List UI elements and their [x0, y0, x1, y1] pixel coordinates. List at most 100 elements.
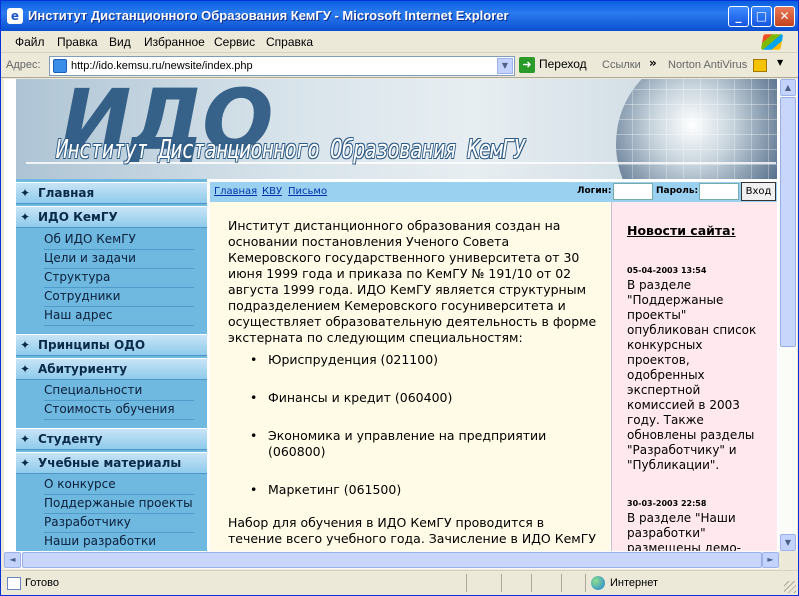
menu-file[interactable]: Файл	[15, 35, 45, 49]
list-item: Маркетинг (061500)	[250, 482, 550, 498]
zone-text: Интернет	[610, 577, 658, 589]
nav-principles-label: Принципы ОДО	[38, 338, 146, 352]
nav-specialties[interactable]: Специальности	[44, 382, 194, 401]
nav-projects[interactable]: Поддержаные проекты	[44, 495, 194, 514]
login-input[interactable]	[613, 183, 653, 200]
nav-student[interactable]: ✦ Студенту	[16, 428, 207, 450]
status-text: Готово	[25, 577, 59, 589]
login-label: Логин:	[577, 186, 612, 196]
ie-app-icon: e	[7, 8, 23, 24]
top-link-mail[interactable]: Письмо	[288, 186, 327, 197]
address-dropdown-icon[interactable]: ▼	[497, 58, 513, 74]
star-icon: ✦	[20, 362, 31, 376]
menu-favorites[interactable]: Избранное	[144, 35, 205, 49]
login-button[interactable]: Вход	[741, 182, 776, 201]
scroll-up-icon[interactable]: ▲	[780, 79, 796, 96]
norton-antivirus-button[interactable]: Norton AntiVirus	[668, 59, 747, 71]
nav-main[interactable]: ✦ Главная	[16, 182, 207, 204]
star-icon: ✦	[20, 432, 31, 446]
windows-logo-icon	[760, 34, 784, 50]
nav-principles[interactable]: ✦ Принципы ОДО	[16, 334, 207, 356]
nav-staff[interactable]: Сотрудники	[44, 288, 194, 307]
intro-text: Институт дистанционного образования созд…	[228, 218, 597, 345]
site-banner: ИДО Институт Дистанционного Образования …	[16, 79, 777, 179]
nav-structure[interactable]: Структура	[44, 269, 194, 288]
nav-cost[interactable]: Стоимость обучения	[44, 401, 194, 420]
menu-view[interactable]: Вид	[109, 35, 131, 49]
go-button[interactable]: ➜ Переход	[519, 57, 587, 73]
scroll-right-icon[interactable]: ►	[762, 552, 779, 568]
menu-edit[interactable]: Правка	[57, 35, 98, 49]
news-text: В разделе "Поддержаные проекты" опублико…	[627, 278, 757, 472]
star-icon: ✦	[20, 186, 31, 200]
status-divider	[561, 574, 562, 592]
news-panel: Новости сайта: 05-04-2003 13:54 В раздел…	[611, 202, 777, 551]
close-button[interactable]: ✕	[774, 6, 795, 27]
address-box[interactable]: ▼	[49, 56, 515, 76]
scroll-down-icon[interactable]: ▼	[780, 534, 796, 551]
address-bar: Адрес: ▼ ➜ Переход Ссылки » Norton AntiVi…	[1, 54, 798, 78]
password-label: Пароль:	[656, 186, 699, 196]
norton-icon[interactable]	[753, 59, 767, 72]
vertical-scrollbar[interactable]: ▲ ▼	[779, 79, 797, 551]
go-arrow-icon: ➜	[519, 57, 535, 73]
minimize-button[interactable]: _	[728, 6, 749, 27]
nav-ido[interactable]: ✦ ИДО КемГУ	[16, 206, 207, 228]
resize-grip-icon[interactable]	[784, 581, 796, 593]
status-divider	[501, 574, 502, 592]
browser-window: e Институт Дистанционного Образования Ке…	[0, 0, 799, 596]
horizontal-scroll-thumb[interactable]	[22, 552, 762, 568]
nav-applicant[interactable]: ✦ Абитуриенту	[16, 358, 207, 380]
norton-dropdown-icon[interactable]: ▼	[777, 58, 783, 67]
scroll-left-icon[interactable]: ◄	[4, 552, 21, 568]
list-item: Финансы и кредит (060400)	[250, 390, 550, 406]
password-input[interactable]	[699, 183, 739, 200]
nav-goals[interactable]: Цели и задачи	[44, 250, 194, 269]
nav-contest[interactable]: О конкурсе	[44, 476, 194, 495]
menu-bar: Файл Правка Вид Избранное Сервис Справка	[1, 31, 798, 53]
window-title: Институт Дистанционного Образования КемГ…	[28, 8, 509, 23]
status-divider	[531, 574, 532, 592]
address-input[interactable]	[71, 58, 491, 74]
nav-developer[interactable]: Разработчику	[44, 514, 194, 533]
nav-address[interactable]: Наш адрес	[44, 307, 194, 326]
news-date: 05-04-2003 13:54	[627, 266, 707, 275]
nav-materials[interactable]: ✦ Учебные материалы	[16, 452, 207, 474]
left-navigation: ✦ Главная ✦ ИДО КемГУ Об ИДО КемГУ Цели и …	[16, 179, 207, 551]
scroll-corner	[779, 551, 797, 569]
vertical-scroll-thumb[interactable]	[780, 97, 796, 347]
nav-ido-label: ИДО КемГУ	[38, 210, 118, 224]
star-icon: ✦	[20, 210, 31, 224]
maximize-button[interactable]: □	[751, 6, 772, 27]
top-link-home[interactable]: Главная	[214, 186, 257, 197]
internet-zone-icon	[591, 576, 605, 590]
nav-our-works[interactable]: Наши разработки	[44, 533, 194, 551]
globe-graphic	[616, 79, 777, 179]
menu-tools[interactable]: Сервис	[214, 35, 255, 49]
nav-student-label: Студенту	[38, 432, 103, 446]
status-bar: Готово Интернет	[1, 570, 798, 595]
status-divider	[466, 574, 467, 592]
list-item: Экономика и управление на предприятии (0…	[250, 428, 550, 460]
news-title: Новости сайта:	[627, 223, 736, 238]
page-topbar: Главная КВУ Письмо Логин: Пароль: Вход	[210, 182, 777, 202]
top-link-kvu[interactable]: КВУ	[262, 186, 282, 197]
outro-text: Набор для обучения в ИДО КемГУ проводитс…	[228, 515, 596, 551]
go-label: Переход	[539, 57, 587, 72]
horizontal-scrollbar[interactable]: ◄ ►	[4, 551, 779, 569]
star-icon: ✦	[20, 456, 31, 470]
title-bar[interactable]: e Институт Дистанционного Образования Ке…	[1, 1, 798, 31]
page-viewport: ИДО Институт Дистанционного Образования …	[4, 79, 779, 551]
nav-applicant-label: Абитуриенту	[38, 362, 128, 376]
news-date: 30-03-2003 22:58	[627, 499, 707, 508]
main-content: Институт дистанционного образования созд…	[210, 202, 610, 551]
links-button[interactable]: Ссылки	[602, 59, 641, 71]
page-status-icon	[7, 577, 21, 590]
star-icon: ✦	[20, 338, 31, 352]
page-icon	[53, 59, 67, 73]
list-item: Юриспруденция (021100)	[250, 352, 550, 368]
nav-about[interactable]: Об ИДО КемГУ	[44, 231, 194, 250]
nav-main-label: Главная	[38, 186, 95, 200]
menu-help[interactable]: Справка	[266, 35, 313, 49]
links-chevron-icon[interactable]: »	[649, 56, 657, 70]
